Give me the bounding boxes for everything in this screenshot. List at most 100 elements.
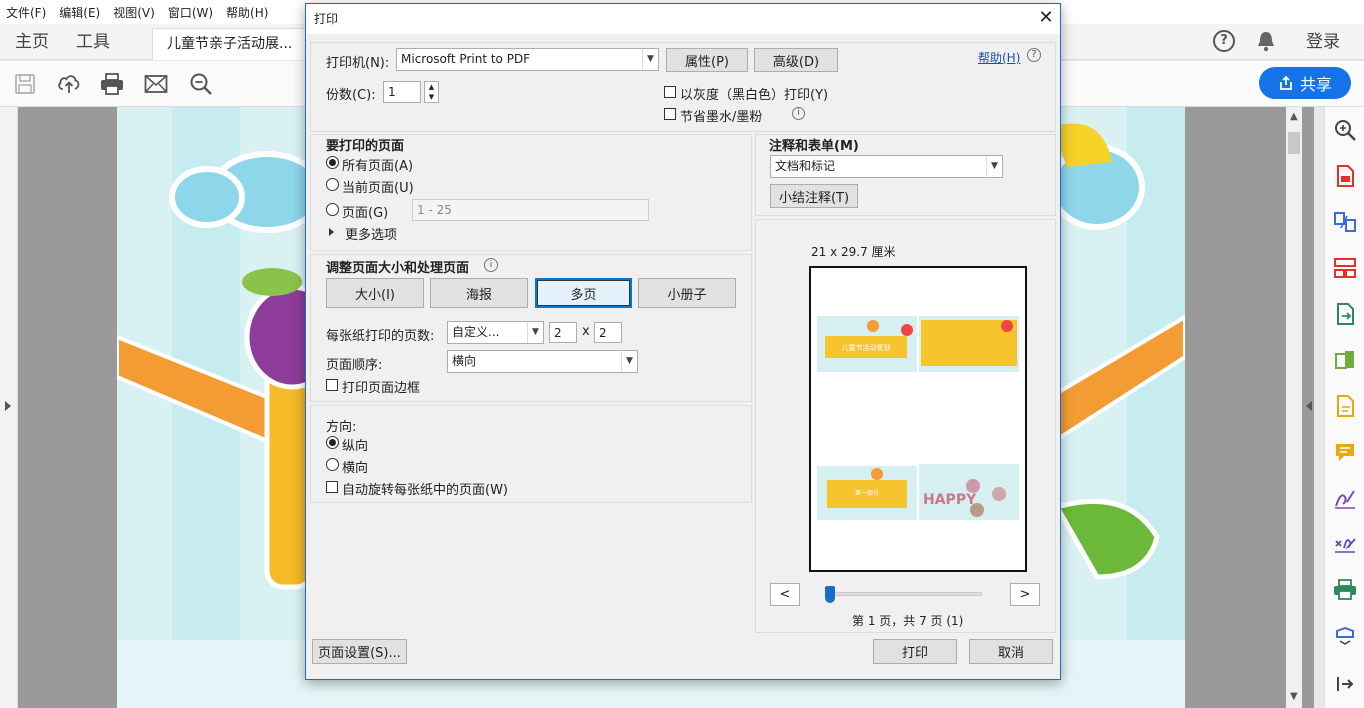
size-header: 调整页面大小和处理页面 xyxy=(326,261,470,276)
preview-slider-track[interactable] xyxy=(826,592,982,596)
printer-select[interactable]: Microsoft Print to PDF ▼ xyxy=(396,48,659,71)
advanced-button[interactable]: 高级(D) xyxy=(754,48,838,72)
cancel-button[interactable]: 取消 xyxy=(969,639,1053,664)
help-icon[interactable]: ? xyxy=(1213,30,1235,52)
print-border-label: 打印页面边框 xyxy=(342,381,421,396)
print-production-icon[interactable] xyxy=(1332,577,1358,603)
comment-icon[interactable] xyxy=(1332,439,1358,465)
preview-slider-thumb[interactable] xyxy=(825,586,835,603)
mail-icon[interactable] xyxy=(143,71,169,97)
cloud-upload-icon[interactable] xyxy=(56,71,82,97)
preview-next-button[interactable]: > xyxy=(1010,583,1040,606)
tab-tools[interactable]: 工具 xyxy=(76,24,110,60)
collapse-panel-icon[interactable] xyxy=(1332,671,1358,697)
login-button[interactable]: 登录 xyxy=(1306,24,1340,60)
preview-happy-text: HAPPY xyxy=(923,492,977,508)
search-zoom-icon[interactable] xyxy=(188,71,214,97)
certificate-sign-icon[interactable] xyxy=(1332,531,1358,557)
copies-label: 份数(C): xyxy=(326,88,376,103)
more-options-toggle[interactable]: 更多选项 xyxy=(345,224,397,243)
organize-pages-icon[interactable] xyxy=(1332,255,1358,281)
chevron-down-icon: ▼ xyxy=(621,351,637,372)
poster-button[interactable]: 海报 xyxy=(430,278,528,308)
page-order-value: 横向 xyxy=(452,354,477,368)
edit-pdf-icon[interactable] xyxy=(1332,347,1358,373)
page-order-select[interactable]: 横向 ▼ xyxy=(447,350,638,373)
chevron-down-icon: ▼ xyxy=(642,49,658,70)
close-icon[interactable]: ✕ xyxy=(1037,9,1055,27)
landscape-radio[interactable] xyxy=(326,458,339,471)
create-pdf-icon[interactable] xyxy=(1332,163,1358,189)
pages-per-sheet-value: 自定义... xyxy=(452,325,500,339)
copies-stepper[interactable]: ▲ ▼ xyxy=(424,81,439,103)
expand-left-icon[interactable] xyxy=(5,401,11,411)
pages-header: 要打印的页面 xyxy=(326,139,405,154)
vertical-scrollbar[interactable]: ▲ ▼ xyxy=(1286,107,1302,708)
menu-help[interactable]: 帮助(H) xyxy=(226,4,268,21)
preview-thumbnails: 儿童节活动策划 第一部分 HAPPY xyxy=(817,316,1019,520)
multiple-button[interactable]: 多页 xyxy=(535,278,632,308)
menu-view[interactable]: 视图(V) xyxy=(113,4,155,21)
booklet-button[interactable]: 小册子 xyxy=(638,278,736,308)
menu-file[interactable]: 文件(F) xyxy=(6,4,46,21)
scroll-up-icon[interactable]: ▲ xyxy=(1290,111,1298,122)
share-label: 共享 xyxy=(1299,75,1332,94)
chevron-down-icon: ▼ xyxy=(527,322,543,343)
all-pages-label: 所有页面(A) xyxy=(342,159,414,174)
menu-window[interactable]: 窗口(W) xyxy=(168,4,213,21)
info-icon[interactable]: i xyxy=(792,107,805,120)
portrait-radio[interactable] xyxy=(326,436,339,449)
print-preview: 儿童节活动策划 第一部分 HAPPY xyxy=(809,266,1027,572)
expand-triangle-icon[interactable] xyxy=(329,228,334,236)
share-button[interactable]: 共享 xyxy=(1259,67,1351,99)
comments-header: 注释和表单(M) xyxy=(769,139,859,154)
zoom-icon[interactable] xyxy=(1332,117,1358,143)
grayscale-checkbox[interactable] xyxy=(664,86,676,98)
auto-rotate-label: 自动旋转每张纸中的页面(W) xyxy=(342,483,508,498)
pages-range-input[interactable]: 1 - 25 xyxy=(412,199,649,221)
right-tools-panel xyxy=(1324,107,1364,708)
preview-part-text: 第一部分 xyxy=(855,489,879,497)
export-pdf-icon[interactable] xyxy=(1332,301,1358,327)
pages-per-sheet-select[interactable]: 自定义... ▼ xyxy=(447,321,544,344)
scroll-down-icon[interactable]: ▼ xyxy=(1290,691,1298,702)
page-setup-button[interactable]: 页面设置(S)... xyxy=(312,639,407,664)
pages-radio[interactable] xyxy=(326,203,339,216)
current-page-radio[interactable] xyxy=(326,178,339,191)
preview-title-text: 儿童节活动策划 xyxy=(842,343,891,352)
protect-icon[interactable] xyxy=(1332,623,1358,649)
preview-prev-button[interactable]: < xyxy=(770,583,800,606)
save-ink-label: 节省墨水/墨粉 xyxy=(680,110,763,125)
save-ink-checkbox[interactable] xyxy=(664,108,676,120)
properties-button[interactable]: 属性(P) xyxy=(666,48,748,72)
all-pages-radio[interactable] xyxy=(326,156,339,169)
summarize-comments-button[interactable]: 小结注释(T) xyxy=(770,184,858,208)
bell-icon[interactable] xyxy=(1256,30,1276,52)
columns-input[interactable]: 2 xyxy=(549,322,577,343)
pages-label: 页面(G) xyxy=(342,206,389,221)
auto-rotate-checkbox[interactable] xyxy=(326,481,338,493)
tab-home[interactable]: 主页 xyxy=(15,24,49,60)
size-button[interactable]: 大小(I) xyxy=(326,278,424,308)
print-icon[interactable] xyxy=(99,71,125,97)
print-button[interactable]: 打印 xyxy=(873,639,957,664)
combine-files-icon[interactable] xyxy=(1332,209,1358,235)
landscape-label: 横向 xyxy=(342,461,369,476)
info-icon[interactable]: i xyxy=(484,258,498,272)
orientation-label: 方向: xyxy=(326,420,357,435)
fill-sign-icon[interactable] xyxy=(1332,393,1358,419)
sign-icon[interactable] xyxy=(1332,485,1358,511)
chevron-down-icon: ▼ xyxy=(986,156,1002,177)
help-icon[interactable]: ? xyxy=(1027,48,1041,62)
rows-input[interactable]: 2 xyxy=(594,322,622,343)
times-sign: x xyxy=(582,324,590,339)
scrollbar-thumb[interactable] xyxy=(1288,132,1300,154)
save-icon[interactable] xyxy=(12,71,38,97)
tab-document[interactable]: 儿童节亲子活动展... xyxy=(152,28,306,60)
menu-edit[interactable]: 编辑(E) xyxy=(59,4,100,21)
help-link[interactable]: 帮助(H) xyxy=(978,49,1020,66)
print-border-checkbox[interactable] xyxy=(326,379,338,391)
comments-select[interactable]: 文档和标记 ▼ xyxy=(770,155,1003,178)
copies-input[interactable]: 1 xyxy=(383,81,421,103)
collapse-right-icon[interactable] xyxy=(1306,401,1312,411)
